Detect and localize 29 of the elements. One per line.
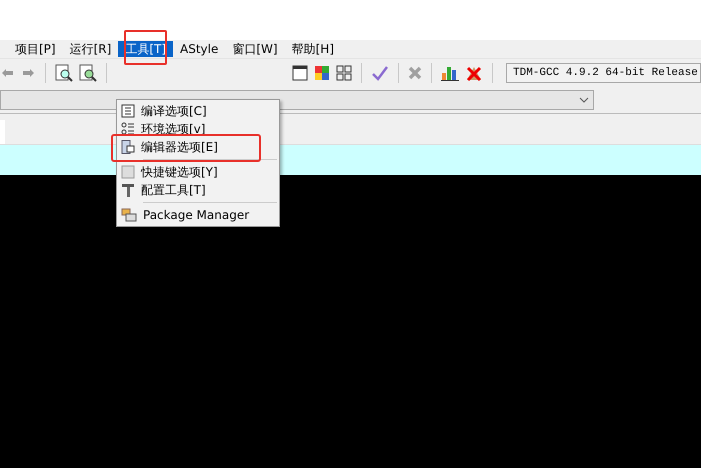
options-icon xyxy=(121,122,135,136)
window-icon xyxy=(292,65,308,81)
tiles-icon xyxy=(314,65,330,81)
bar-chart-icon xyxy=(441,65,459,81)
menu-option[interactable]: 配置工具[T] xyxy=(141,182,206,198)
menu-option[interactable]: 编译选项[C] xyxy=(141,102,207,120)
redo-icon xyxy=(20,66,36,80)
menu-item[interactable]: AStyle xyxy=(173,41,226,57)
menu-item[interactable]: 运行[R] xyxy=(62,41,118,57)
menu-option[interactable]: 快捷键选项[Y] xyxy=(141,164,218,180)
menu-option[interactable]: 编辑器选项[E] xyxy=(141,138,218,156)
grid-icon xyxy=(336,65,352,81)
find-icon xyxy=(79,64,97,82)
menu-item[interactable]: 项目[P] xyxy=(8,41,63,57)
document-icon xyxy=(121,140,135,154)
menu-item[interactable]: 窗口[W] xyxy=(225,41,285,57)
menu-option[interactable]: Package Manager xyxy=(143,208,250,222)
find-icon xyxy=(55,64,73,82)
menu-item[interactable]: 帮助[H] xyxy=(284,41,341,57)
compiler-select[interactable]: TDM-GCC 4.9.2 64-bit Release xyxy=(506,63,701,83)
package-icon xyxy=(121,208,137,222)
delete-icon xyxy=(465,65,483,81)
close-icon xyxy=(408,66,422,80)
menu-item[interactable]: 工具[T] xyxy=(118,41,174,57)
list-icon xyxy=(121,104,135,118)
chevron-down-icon xyxy=(579,97,589,103)
hammer-icon xyxy=(121,182,135,198)
keyboard-icon xyxy=(121,165,135,179)
check-icon xyxy=(371,65,389,81)
